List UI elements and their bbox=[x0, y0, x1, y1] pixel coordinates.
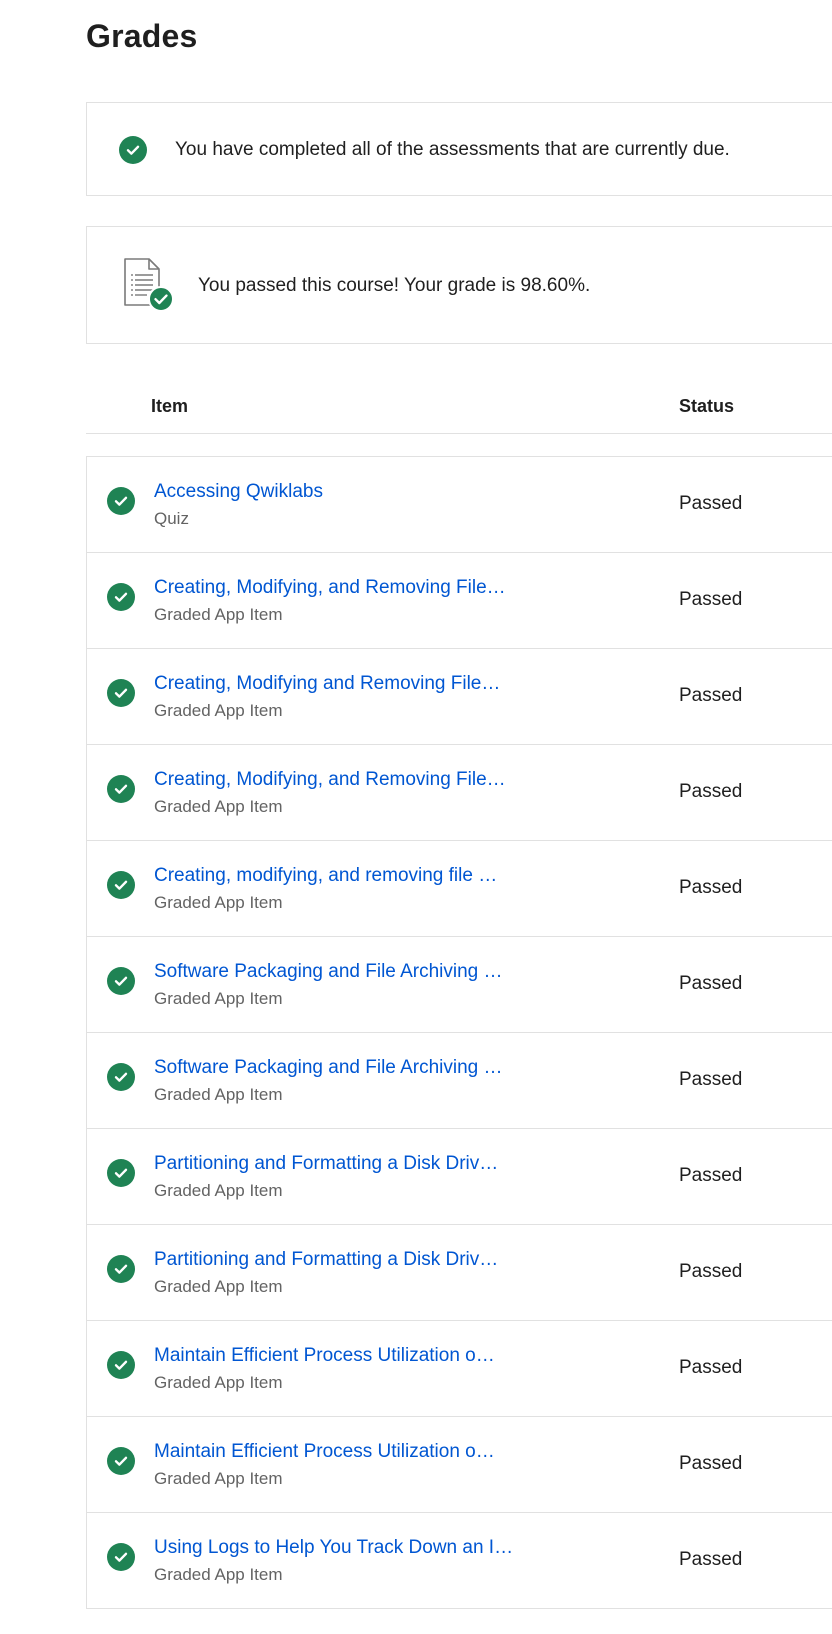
item-title-link[interactable]: Creating, Modifying, and Removing File… bbox=[154, 769, 506, 791]
item-title-link[interactable]: Software Packaging and File Archiving … bbox=[154, 1057, 503, 1079]
table-row: Creating, Modifying, and Removing File… G… bbox=[87, 553, 832, 649]
check-circle-icon bbox=[107, 871, 135, 899]
item-type-label: Graded App Item bbox=[154, 1373, 283, 1392]
item-type-label: Quiz bbox=[154, 509, 189, 528]
item-title-link[interactable]: Maintain Efficient Process Utilization o… bbox=[154, 1441, 495, 1463]
course-passed-text: You passed this course! Your grade is 98… bbox=[198, 275, 591, 296]
table-row: Software Packaging and File Archiving … G… bbox=[87, 1033, 832, 1129]
item-type-label: Graded App Item bbox=[154, 701, 283, 720]
item-title-link[interactable]: Maintain Efficient Process Utilization o… bbox=[154, 1345, 495, 1367]
status-value: Passed bbox=[679, 1549, 743, 1570]
item-type-label: Graded App Item bbox=[154, 605, 283, 624]
item-type-label: Graded App Item bbox=[154, 989, 283, 1008]
check-circle-icon bbox=[107, 1447, 135, 1475]
check-circle-icon bbox=[107, 679, 135, 707]
table-row: Creating, Modifying, and Removing File… G… bbox=[87, 745, 832, 841]
check-circle-icon bbox=[107, 583, 135, 611]
column-header-item: Item bbox=[151, 396, 189, 416]
item-title-link[interactable]: Partitioning and Formatting a Disk Driv… bbox=[154, 1153, 498, 1175]
check-circle-icon bbox=[107, 487, 135, 515]
table-row: Accessing Qwiklabs Quiz Passed bbox=[87, 457, 832, 553]
status-value: Passed bbox=[679, 1261, 743, 1282]
item-title-link[interactable]: Partitioning and Formatting a Disk Driv… bbox=[154, 1249, 498, 1271]
status-value: Passed bbox=[679, 781, 743, 802]
check-circle-icon bbox=[119, 136, 147, 164]
table-row: Using Logs to Help You Track Down an I… G… bbox=[87, 1513, 832, 1609]
item-type-label: Graded App Item bbox=[154, 1277, 283, 1296]
status-value: Passed bbox=[679, 589, 743, 610]
item-title-link[interactable]: Creating, Modifying and Removing File… bbox=[154, 673, 500, 695]
table-row: Software Packaging and File Archiving … G… bbox=[87, 937, 832, 1033]
status-value: Passed bbox=[679, 685, 743, 706]
item-title-link[interactable]: Accessing Qwiklabs bbox=[154, 481, 323, 503]
status-value: Passed bbox=[679, 877, 743, 898]
item-type-label: Graded App Item bbox=[154, 1085, 283, 1104]
table-row: Maintain Efficient Process Utilization o… bbox=[87, 1417, 832, 1513]
page-title: Grades bbox=[86, 18, 198, 54]
item-title-link[interactable]: Creating, modifying, and removing file … bbox=[154, 865, 497, 887]
check-circle-icon bbox=[107, 1543, 135, 1571]
table-row: Partitioning and Formatting a Disk Driv…… bbox=[87, 1129, 832, 1225]
grades-page: Grades You have completed all of the ass… bbox=[0, 0, 832, 1634]
item-title-link[interactable]: Creating, Modifying, and Removing File… bbox=[154, 577, 506, 599]
item-type-label: Graded App Item bbox=[154, 1181, 283, 1200]
status-value: Passed bbox=[679, 1357, 743, 1378]
course-passed-notice: You passed this course! Your grade is 98… bbox=[86, 226, 832, 344]
item-type-label: Graded App Item bbox=[154, 1565, 283, 1584]
item-title-link[interactable]: Using Logs to Help You Track Down an I… bbox=[154, 1537, 513, 1559]
status-value: Passed bbox=[679, 1165, 743, 1186]
status-value: Passed bbox=[679, 973, 743, 994]
table-row: Creating, Modifying and Removing File… Gr… bbox=[87, 649, 832, 745]
item-title-link[interactable]: Software Packaging and File Archiving … bbox=[154, 961, 503, 983]
table-row: Maintain Efficient Process Utilization o… bbox=[87, 1321, 832, 1417]
item-type-label: Graded App Item bbox=[154, 893, 283, 912]
check-circle-icon bbox=[107, 1159, 135, 1187]
status-value: Passed bbox=[679, 493, 743, 514]
check-circle-icon bbox=[107, 775, 135, 803]
check-circle-icon bbox=[107, 1255, 135, 1283]
item-type-label: Graded App Item bbox=[154, 797, 283, 816]
table-row: Creating, modifying, and removing file …… bbox=[87, 841, 832, 937]
table-row: Partitioning and Formatting a Disk Driv…… bbox=[87, 1225, 832, 1321]
item-type-label: Graded App Item bbox=[154, 1469, 283, 1488]
status-value: Passed bbox=[679, 1453, 743, 1474]
check-circle-icon bbox=[107, 1351, 135, 1379]
check-circle-icon bbox=[107, 967, 135, 995]
due-notice-text: You have completed all of the assessment… bbox=[175, 139, 730, 160]
column-header-status: Status bbox=[679, 396, 735, 416]
status-value: Passed bbox=[679, 1069, 743, 1090]
due-assessments-notice: You have completed all of the assessment… bbox=[86, 102, 832, 196]
grades-table-header: Item Status bbox=[86, 384, 832, 434]
grades-table-body: Accessing Qwiklabs Quiz Passed Creating, Mo… bbox=[86, 456, 832, 1609]
check-circle-icon bbox=[107, 1063, 135, 1091]
document-check-icon bbox=[123, 257, 175, 313]
